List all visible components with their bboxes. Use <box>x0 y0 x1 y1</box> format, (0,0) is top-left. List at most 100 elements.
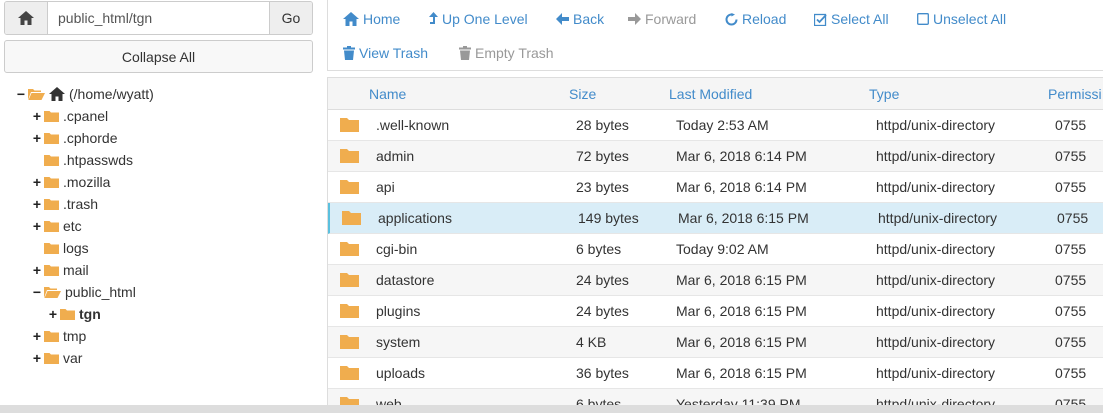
tree-item-label: .mozilla <box>63 174 111 190</box>
tree-item-label: .htpasswds <box>63 152 134 168</box>
path-home-button[interactable] <box>5 2 48 34</box>
folder-icon <box>44 132 59 144</box>
column-header-type[interactable]: Type <box>869 78 899 110</box>
expand-toggle[interactable]: + <box>32 196 42 212</box>
cell-type: httpd/unix-directory <box>876 334 996 350</box>
tree-item-label: public_html <box>65 284 136 300</box>
table-row[interactable]: applications 149 bytes Mar 6, 2018 6:15 PM… <box>328 203 1103 234</box>
expand-toggle[interactable]: + <box>32 262 42 278</box>
collapse-toggle[interactable]: − <box>32 284 42 300</box>
folder-icon <box>60 308 75 320</box>
tree-item[interactable]: + .cpanel <box>32 106 108 126</box>
tree-item-label: tmp <box>63 328 87 344</box>
tree-item-label: .cpanel <box>63 108 109 124</box>
cell-name: cgi-bin <box>376 241 418 257</box>
table-row[interactable]: plugins 24 bytes Mar 6, 2018 6:15 PM httpd/… <box>328 296 1103 327</box>
view-trash-label: View Trash <box>359 45 428 61</box>
cell-modified: Mar 6, 2018 6:15 PM <box>676 334 807 350</box>
unselect-all-label: Unselect All <box>933 11 1007 27</box>
cell-name: plugins <box>376 303 421 319</box>
column-header-name[interactable]: Name <box>369 78 406 110</box>
expand-toggle[interactable]: + <box>32 218 42 234</box>
cell-type: httpd/unix-directory <box>876 117 996 133</box>
tree-item-label: etc <box>63 218 82 234</box>
cell-perms: 0755 <box>1055 179 1087 195</box>
cell-name: uploads <box>376 365 426 381</box>
table-row[interactable]: admin 72 bytes Mar 6, 2018 6:14 PM httpd/un… <box>328 141 1103 172</box>
square-icon <box>917 13 929 25</box>
cell-name: datastore <box>376 272 435 288</box>
column-header-permissions[interactable]: Permissi <box>1048 78 1102 110</box>
collapse-toggle[interactable]: − <box>16 86 26 102</box>
go-button[interactable]: Go <box>269 2 312 34</box>
tree-item-label: .cphorde <box>63 130 118 146</box>
table-row[interactable]: system 4 KB Mar 6, 2018 6:15 PM httpd/unix-… <box>328 327 1103 358</box>
cell-modified: Today 9:02 AM <box>676 241 769 257</box>
expand-toggle[interactable]: + <box>32 130 42 146</box>
tree-item-label: logs <box>63 240 89 256</box>
path-input[interactable] <box>48 2 269 34</box>
folder-icon <box>340 334 359 352</box>
table-row[interactable]: uploads 36 bytes Mar 6, 2018 6:15 PM httpd/… <box>328 358 1103 389</box>
folder-icon <box>44 198 59 210</box>
folder-icon <box>44 242 59 254</box>
tree-item-label: (/home/wyatt) <box>69 86 154 102</box>
cell-perms: 0755 <box>1055 272 1087 288</box>
expand-toggle[interactable]: + <box>48 306 58 322</box>
folder-icon <box>340 117 359 135</box>
file-tree-panel: Go Collapse All − (/home/wyatt) + .cpanel +.… <box>0 0 317 413</box>
tree-item[interactable]: logs <box>32 238 89 258</box>
forward-button[interactable]: Forward <box>628 8 696 30</box>
tree-item[interactable]: + etc <box>32 216 82 236</box>
toolbar: Home Up One Level Back Forward Reload Se… <box>327 0 1103 71</box>
table-row[interactable]: .well-known 28 bytes Today 2:53 AM httpd/un… <box>328 110 1103 141</box>
tree-item[interactable]: + mail <box>32 260 89 280</box>
folder-open-icon <box>28 88 45 100</box>
cell-size: 72 bytes <box>576 148 629 164</box>
tree-item[interactable]: − public_html <box>32 282 136 302</box>
select-all-button[interactable]: Select All <box>814 8 889 30</box>
empty-trash-label: Empty Trash <box>475 45 554 61</box>
arrow-left-icon <box>556 13 569 25</box>
reload-label: Reload <box>742 11 787 27</box>
tree-item[interactable]: + .mozilla <box>32 172 111 192</box>
cell-modified: Mar 6, 2018 6:15 PM <box>678 210 809 226</box>
collapse-all-button[interactable]: Collapse All <box>4 40 313 73</box>
empty-trash-button[interactable]: Empty Trash <box>459 42 554 64</box>
unselect-all-button[interactable]: Unselect All <box>917 8 1006 30</box>
column-header-size[interactable]: Size <box>569 78 596 110</box>
folder-icon <box>44 110 59 122</box>
reload-button[interactable]: Reload <box>725 8 786 30</box>
expand-toggle[interactable]: + <box>32 328 42 344</box>
tree-item[interactable]: + tgn <box>48 304 101 324</box>
cell-perms: 0755 <box>1055 365 1087 381</box>
table-row[interactable]: cgi-bin 6 bytes Today 9:02 AM httpd/unix-di… <box>328 234 1103 265</box>
home-icon <box>49 87 65 101</box>
cell-perms: 0755 <box>1055 117 1087 133</box>
table-row[interactable]: datastore 24 bytes Mar 6, 2018 6:15 PM http… <box>328 265 1103 296</box>
tree-item[interactable]: + .trash <box>32 194 98 214</box>
tree-item[interactable]: − (/home/wyatt) <box>16 84 154 104</box>
expand-toggle[interactable]: + <box>32 350 42 366</box>
cell-type: httpd/unix-directory <box>876 179 996 195</box>
tree-item[interactable]: .htpasswds <box>32 150 133 170</box>
horizontal-scrollbar[interactable] <box>0 405 1103 413</box>
view-trash-button[interactable]: View Trash <box>343 42 428 64</box>
cell-type: httpd/unix-directory <box>876 148 996 164</box>
expand-toggle[interactable]: + <box>32 174 42 190</box>
tree-item[interactable]: + tmp <box>32 326 86 346</box>
up-one-level-button[interactable]: Up One Level <box>429 8 528 30</box>
column-header-last-modified[interactable]: Last Modified <box>669 78 752 110</box>
tree-item-label: mail <box>63 262 89 278</box>
table-row[interactable]: api 23 bytes Mar 6, 2018 6:14 PM httpd/unix… <box>328 172 1103 203</box>
home-icon <box>343 12 359 26</box>
expand-toggle[interactable]: + <box>32 108 42 124</box>
cell-type: httpd/unix-directory <box>878 210 998 226</box>
home-button[interactable]: Home <box>343 8 400 30</box>
tree-item[interactable]: + .cphorde <box>32 128 118 148</box>
tree-item[interactable]: + var <box>32 348 83 368</box>
cell-size: 149 bytes <box>578 210 639 226</box>
cell-perms: 0755 <box>1055 241 1087 257</box>
back-button[interactable]: Back <box>556 8 604 30</box>
folder-icon <box>340 148 359 166</box>
